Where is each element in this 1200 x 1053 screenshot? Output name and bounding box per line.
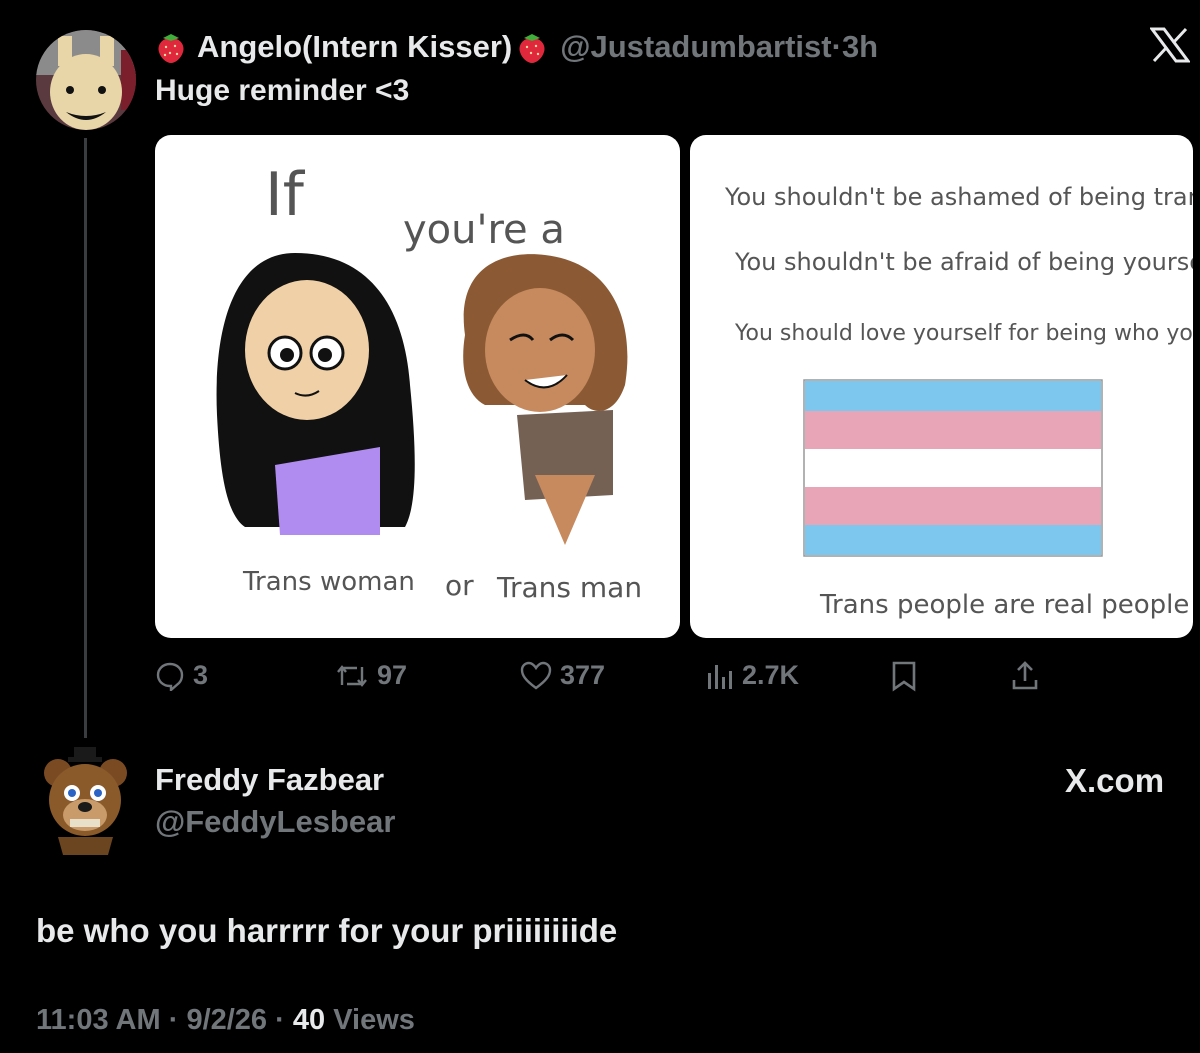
freddy-avatar-image xyxy=(44,747,127,855)
like-count: 377 xyxy=(560,660,606,690)
image-text-or: or xyxy=(445,569,474,602)
thread-line xyxy=(84,138,87,738)
x-logo-icon[interactable] xyxy=(1150,27,1190,63)
bookmark-icon xyxy=(892,661,916,692)
image-text-trans-man: Trans man xyxy=(496,571,642,604)
trans-flag xyxy=(803,379,1103,557)
reply-icon xyxy=(156,662,184,691)
trans-drawing-image: If you're a Trans woman or Trans man xyxy=(216,160,642,604)
image-text-trans-woman: Trans woman xyxy=(242,567,415,597)
image-line-1: You shouldn't be ashamed of being trans. xyxy=(724,183,1193,211)
strawberry-icon xyxy=(158,34,184,63)
repost-count: 97 xyxy=(377,660,408,690)
avatar-image xyxy=(36,30,136,130)
bookmark-action[interactable] xyxy=(890,660,926,692)
image-text-youre: you're a xyxy=(403,207,565,253)
strawberry-icon xyxy=(519,34,545,63)
share-action[interactable] xyxy=(1010,660,1048,692)
tweet-image-1[interactable]: If you're a Trans woman or Trans man xyxy=(155,135,680,638)
reply-text: be who you harrrrr for your priiiiiiiide xyxy=(36,912,618,949)
views-action[interactable]: 2.7K xyxy=(706,660,799,691)
reply-action[interactable]: 3 xyxy=(155,660,208,691)
like-action[interactable]: 377 xyxy=(520,660,605,691)
image-caption: Trans people are real people xyxy=(819,590,1189,620)
heart-icon xyxy=(520,661,552,689)
reply-author-avatar[interactable] xyxy=(38,745,133,855)
author-avatar[interactable] xyxy=(36,30,136,130)
repost-icon xyxy=(337,664,367,687)
time-separator: · xyxy=(831,29,842,64)
image-line-3: You should love yourself for being who y… xyxy=(734,321,1193,346)
footer-separator: · xyxy=(160,1004,187,1036)
reply-views-label: Views xyxy=(333,1004,415,1036)
share-icon xyxy=(1012,661,1038,690)
reply-footer: 11:03 AM · 9/2/26 · 40 Views xyxy=(36,1004,415,1037)
analytics-icon xyxy=(708,664,732,689)
image-line-2: You shouldn't be afraid of being yoursel… xyxy=(734,248,1193,276)
reply-author-name[interactable]: Freddy Fazbear xyxy=(155,762,384,798)
tweet-image-2[interactable]: You shouldn't be ashamed of being trans.… xyxy=(690,135,1193,638)
author-handle[interactable]: @Justadumbartist xyxy=(560,29,831,65)
image-text-if: If xyxy=(265,160,306,230)
reply-views-count: 40 xyxy=(292,1004,326,1036)
trans-flag-image: You shouldn't be ashamed of being trans.… xyxy=(724,183,1193,620)
reply-date[interactable]: 9/2/26 xyxy=(186,1004,267,1036)
reply-time[interactable]: 11:03 AM xyxy=(36,1004,161,1036)
tweet-header: Angelo(Intern Kisser) @Justadumbartist ·… xyxy=(155,24,878,70)
footer-separator: · xyxy=(267,1004,293,1036)
reply-author-handle[interactable]: @FeddyLesbear xyxy=(155,804,395,840)
author-name[interactable]: Angelo(Intern Kisser) xyxy=(197,29,512,65)
views-count: 2.7K xyxy=(742,660,800,690)
reply-count: 3 xyxy=(193,660,209,690)
tweet-time[interactable]: 3h xyxy=(842,29,878,65)
tweet-text: Huge reminder <3 xyxy=(155,74,410,107)
repost-action[interactable]: 97 xyxy=(335,660,407,691)
x-com-watermark: X.com xyxy=(1065,762,1165,799)
